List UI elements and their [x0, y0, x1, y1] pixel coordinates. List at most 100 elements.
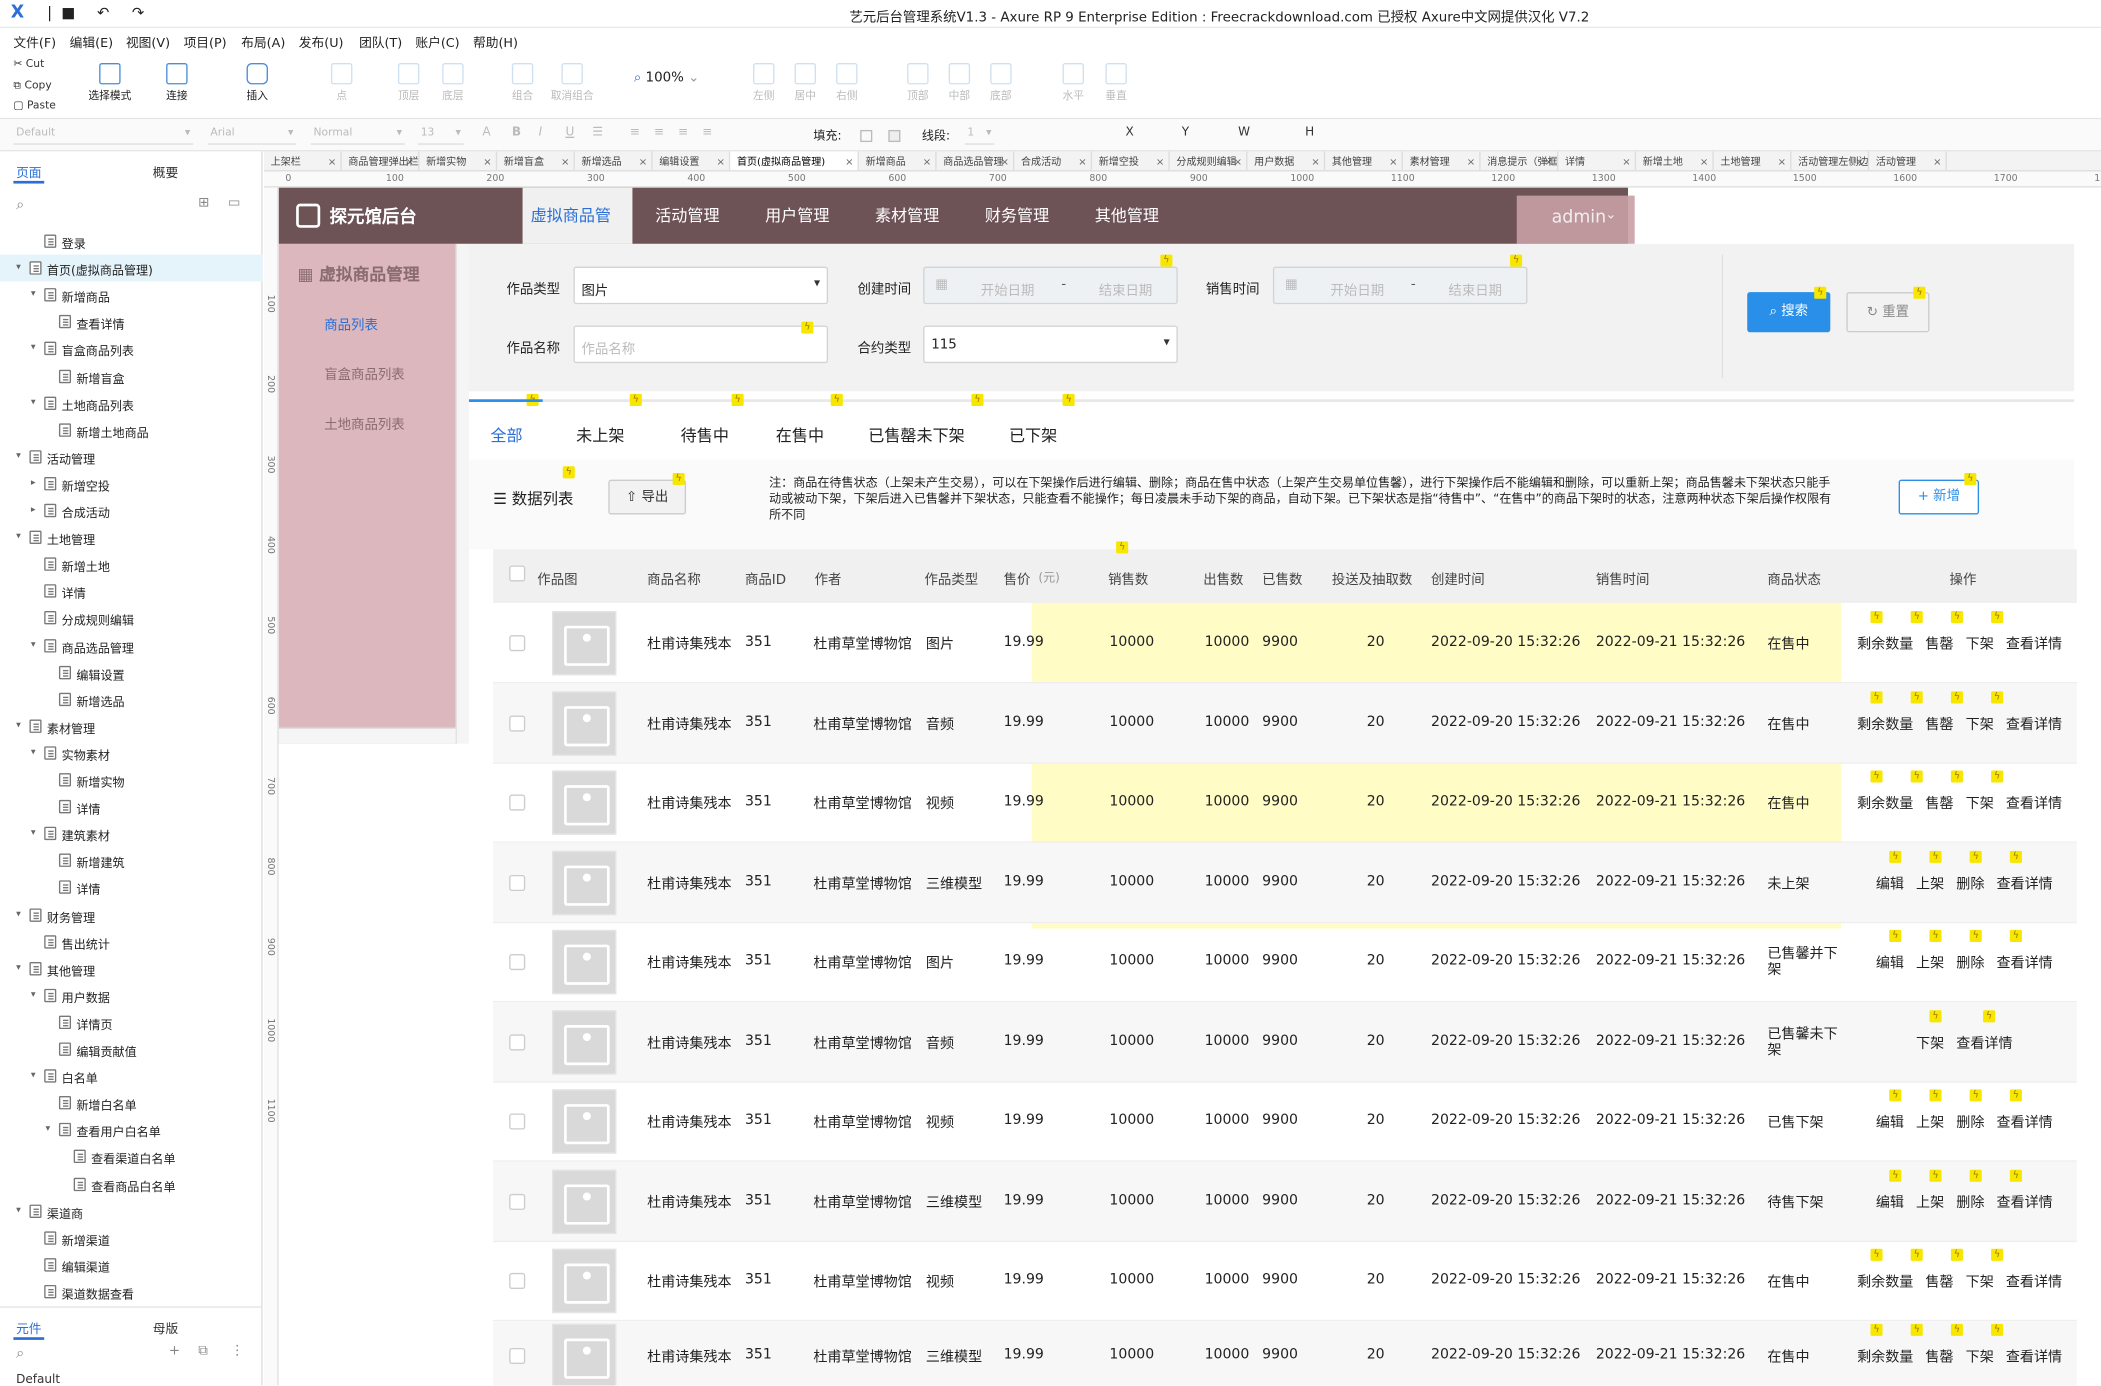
tab-widgets[interactable]: 元件 — [13, 1318, 45, 1340]
align-text-center-icon[interactable]: ≡ — [654, 126, 664, 139]
side-item-land-list[interactable]: 土地商品列表 — [324, 413, 404, 433]
underline-icon[interactable]: U — [565, 126, 574, 139]
distribute-horizontal-button[interactable]: 水平 — [1062, 62, 1084, 103]
bring-top-button[interactable]: 顶层 — [397, 62, 420, 103]
close-icon[interactable]: × — [1078, 151, 1086, 170]
action-link[interactable]: 剩余数量 — [1857, 717, 1913, 733]
align-center-button[interactable]: 居中 — [794, 62, 816, 103]
expand-arrow-icon[interactable]: ▾ — [16, 719, 21, 730]
insert-button[interactable]: 插入 — [246, 62, 268, 103]
bold-icon[interactable]: B — [512, 126, 521, 139]
file-tab[interactable]: 首页(虚拟商品管理) × — [730, 151, 859, 171]
file-tab[interactable]: 新增选品 × — [575, 151, 653, 171]
row-checkbox[interactable] — [509, 1193, 526, 1210]
send-bottom-button[interactable]: 底层 — [442, 62, 464, 103]
action-link[interactable]: 下架 — [1966, 1275, 1994, 1291]
nav-virtual-goods[interactable]: 虚拟商品管理 — [522, 187, 633, 281]
file-tab[interactable]: 消息提示（弹框）× — [1481, 151, 1559, 171]
close-icon[interactable]: × — [1311, 151, 1319, 170]
close-icon[interactable]: × — [1855, 151, 1863, 170]
action-link[interactable]: 下架 — [1916, 1035, 1944, 1051]
file-tab[interactable]: 新增商品 × — [859, 151, 937, 171]
tree-item[interactable]: ▾ 其他管理 — [0, 955, 263, 982]
tree-item[interactable]: 新增土地商品 — [0, 416, 263, 443]
file-tab[interactable]: 编辑设置 × — [653, 151, 731, 171]
tree-item[interactable]: 新增白名单 — [0, 1090, 263, 1117]
action-link[interactable]: 查看详情 — [2006, 717, 2062, 733]
tree-item[interactable]: 详情页 — [0, 1009, 263, 1036]
tree-item[interactable]: 详情 — [0, 793, 263, 820]
file-tab[interactable]: 活动管理左侧边栏× — [1791, 151, 1870, 171]
action-link[interactable]: 查看详情 — [1956, 1035, 2012, 1051]
action-link[interactable]: 剩余数量 — [1857, 636, 1913, 652]
tree-item[interactable]: ▾ 活动管理 — [0, 443, 263, 470]
align-middle-button[interactable]: 中部 — [948, 62, 971, 103]
redo-icon[interactable]: ↷ — [129, 4, 148, 23]
close-icon[interactable]: × — [1933, 151, 1941, 170]
nav-finance[interactable]: 财务管理 — [977, 188, 1057, 244]
row-checkbox[interactable] — [509, 1347, 526, 1365]
file-tab[interactable]: 素材管理 × — [1403, 151, 1481, 171]
expand-arrow-icon[interactable]: ▾ — [16, 1204, 21, 1215]
tree-item[interactable]: ▾ 财务管理 — [0, 901, 263, 928]
row-checkbox[interactable] — [509, 1113, 526, 1130]
expand-arrow-icon[interactable]: ▾ — [31, 342, 36, 353]
tree-item[interactable]: ▾ 新增商品 — [0, 282, 263, 309]
menu-account[interactable]: 账户(C) — [415, 32, 459, 51]
select-mode-button[interactable]: 选择模式 — [88, 62, 131, 103]
expand-arrow-icon[interactable]: ▸ — [31, 477, 36, 488]
font-weight-select[interactable]: Normal — [310, 126, 405, 145]
side-vertical-scrollbar[interactable] — [455, 243, 469, 744]
action-link[interactable]: 查看详情 — [1996, 956, 2052, 972]
file-tab[interactable]: 新增盲盒 × — [497, 151, 575, 171]
expand-arrow-icon[interactable]: ▾ — [16, 450, 21, 461]
close-icon[interactable]: × — [328, 151, 336, 170]
expand-arrow-icon[interactable]: ▾ — [31, 638, 36, 649]
action-link[interactable]: 查看详情 — [1996, 1115, 2052, 1131]
tree-item[interactable]: 编辑贡献值 — [0, 1036, 263, 1063]
close-icon[interactable]: × — [406, 151, 414, 170]
row-checkbox[interactable] — [509, 635, 526, 652]
close-icon[interactable]: × — [923, 151, 931, 170]
action-link[interactable]: 删除 — [1956, 1115, 1984, 1131]
expand-arrow-icon[interactable]: ▾ — [16, 962, 21, 973]
tab-pending[interactable]: 待售中 — [681, 423, 729, 446]
action-link[interactable]: 查看详情 — [1996, 1195, 2052, 1211]
menu-file[interactable]: 文件(F) — [13, 32, 56, 51]
side-item-blindbox-list[interactable]: 盲盒商品列表 — [324, 363, 404, 383]
point-button[interactable]: 点 — [330, 62, 353, 103]
expand-arrow-icon[interactable]: ▾ — [31, 746, 36, 757]
close-icon[interactable]: × — [561, 151, 569, 170]
align-text-left-icon[interactable]: ≡ — [630, 126, 640, 139]
action-link[interactable]: 剩余数量 — [1857, 1275, 1913, 1291]
group-button[interactable]: 组合 — [511, 62, 534, 103]
side-item-goods-list[interactable]: 商品列表 — [324, 314, 378, 334]
tree-item[interactable]: 新增土地 — [0, 551, 263, 578]
file-tab[interactable]: 其他管理 × — [1325, 151, 1403, 171]
tab-pages[interactable]: 页面 — [13, 162, 45, 184]
tree-item[interactable]: 分成规则编辑 — [0, 605, 263, 632]
tree-item[interactable]: 编辑设置 — [0, 659, 263, 686]
close-icon[interactable]: × — [1156, 151, 1164, 170]
shadow-swatch[interactable] — [888, 129, 901, 143]
connect-button[interactable]: 连接 — [166, 62, 188, 103]
close-icon[interactable]: × — [1001, 151, 1009, 170]
action-link[interactable]: 编辑 — [1876, 876, 1904, 892]
tab-on-sale[interactable]: 在售中 — [776, 423, 824, 446]
action-link[interactable]: 下架 — [1966, 636, 1994, 652]
paste-button[interactable]: ▢ Paste — [13, 99, 55, 111]
action-link[interactable]: 删除 — [1956, 956, 1984, 972]
tab-outline[interactable]: 概要 — [153, 162, 178, 181]
tree-item[interactable]: ▾ 查看用户白名单 — [0, 1117, 263, 1144]
action-link[interactable]: 编辑 — [1876, 1115, 1904, 1131]
action-link[interactable]: 下架 — [1966, 717, 1994, 733]
expand-arrow-icon[interactable]: ▾ — [16, 261, 21, 272]
tree-item[interactable]: 新增渠道 — [0, 1224, 263, 1251]
expand-arrow-icon[interactable]: ▾ — [31, 396, 36, 407]
line-width-input[interactable]: 1 — [964, 126, 995, 145]
fill-color-swatch[interactable] — [860, 129, 873, 143]
tree-item[interactable]: ▸ 新增空投 — [0, 470, 263, 497]
tree-item[interactable]: ▾ 白名单 — [0, 1063, 263, 1090]
tab-delisted[interactable]: 已下架 — [1009, 423, 1057, 446]
action-link[interactable]: 剩余数量 — [1857, 1349, 1913, 1365]
